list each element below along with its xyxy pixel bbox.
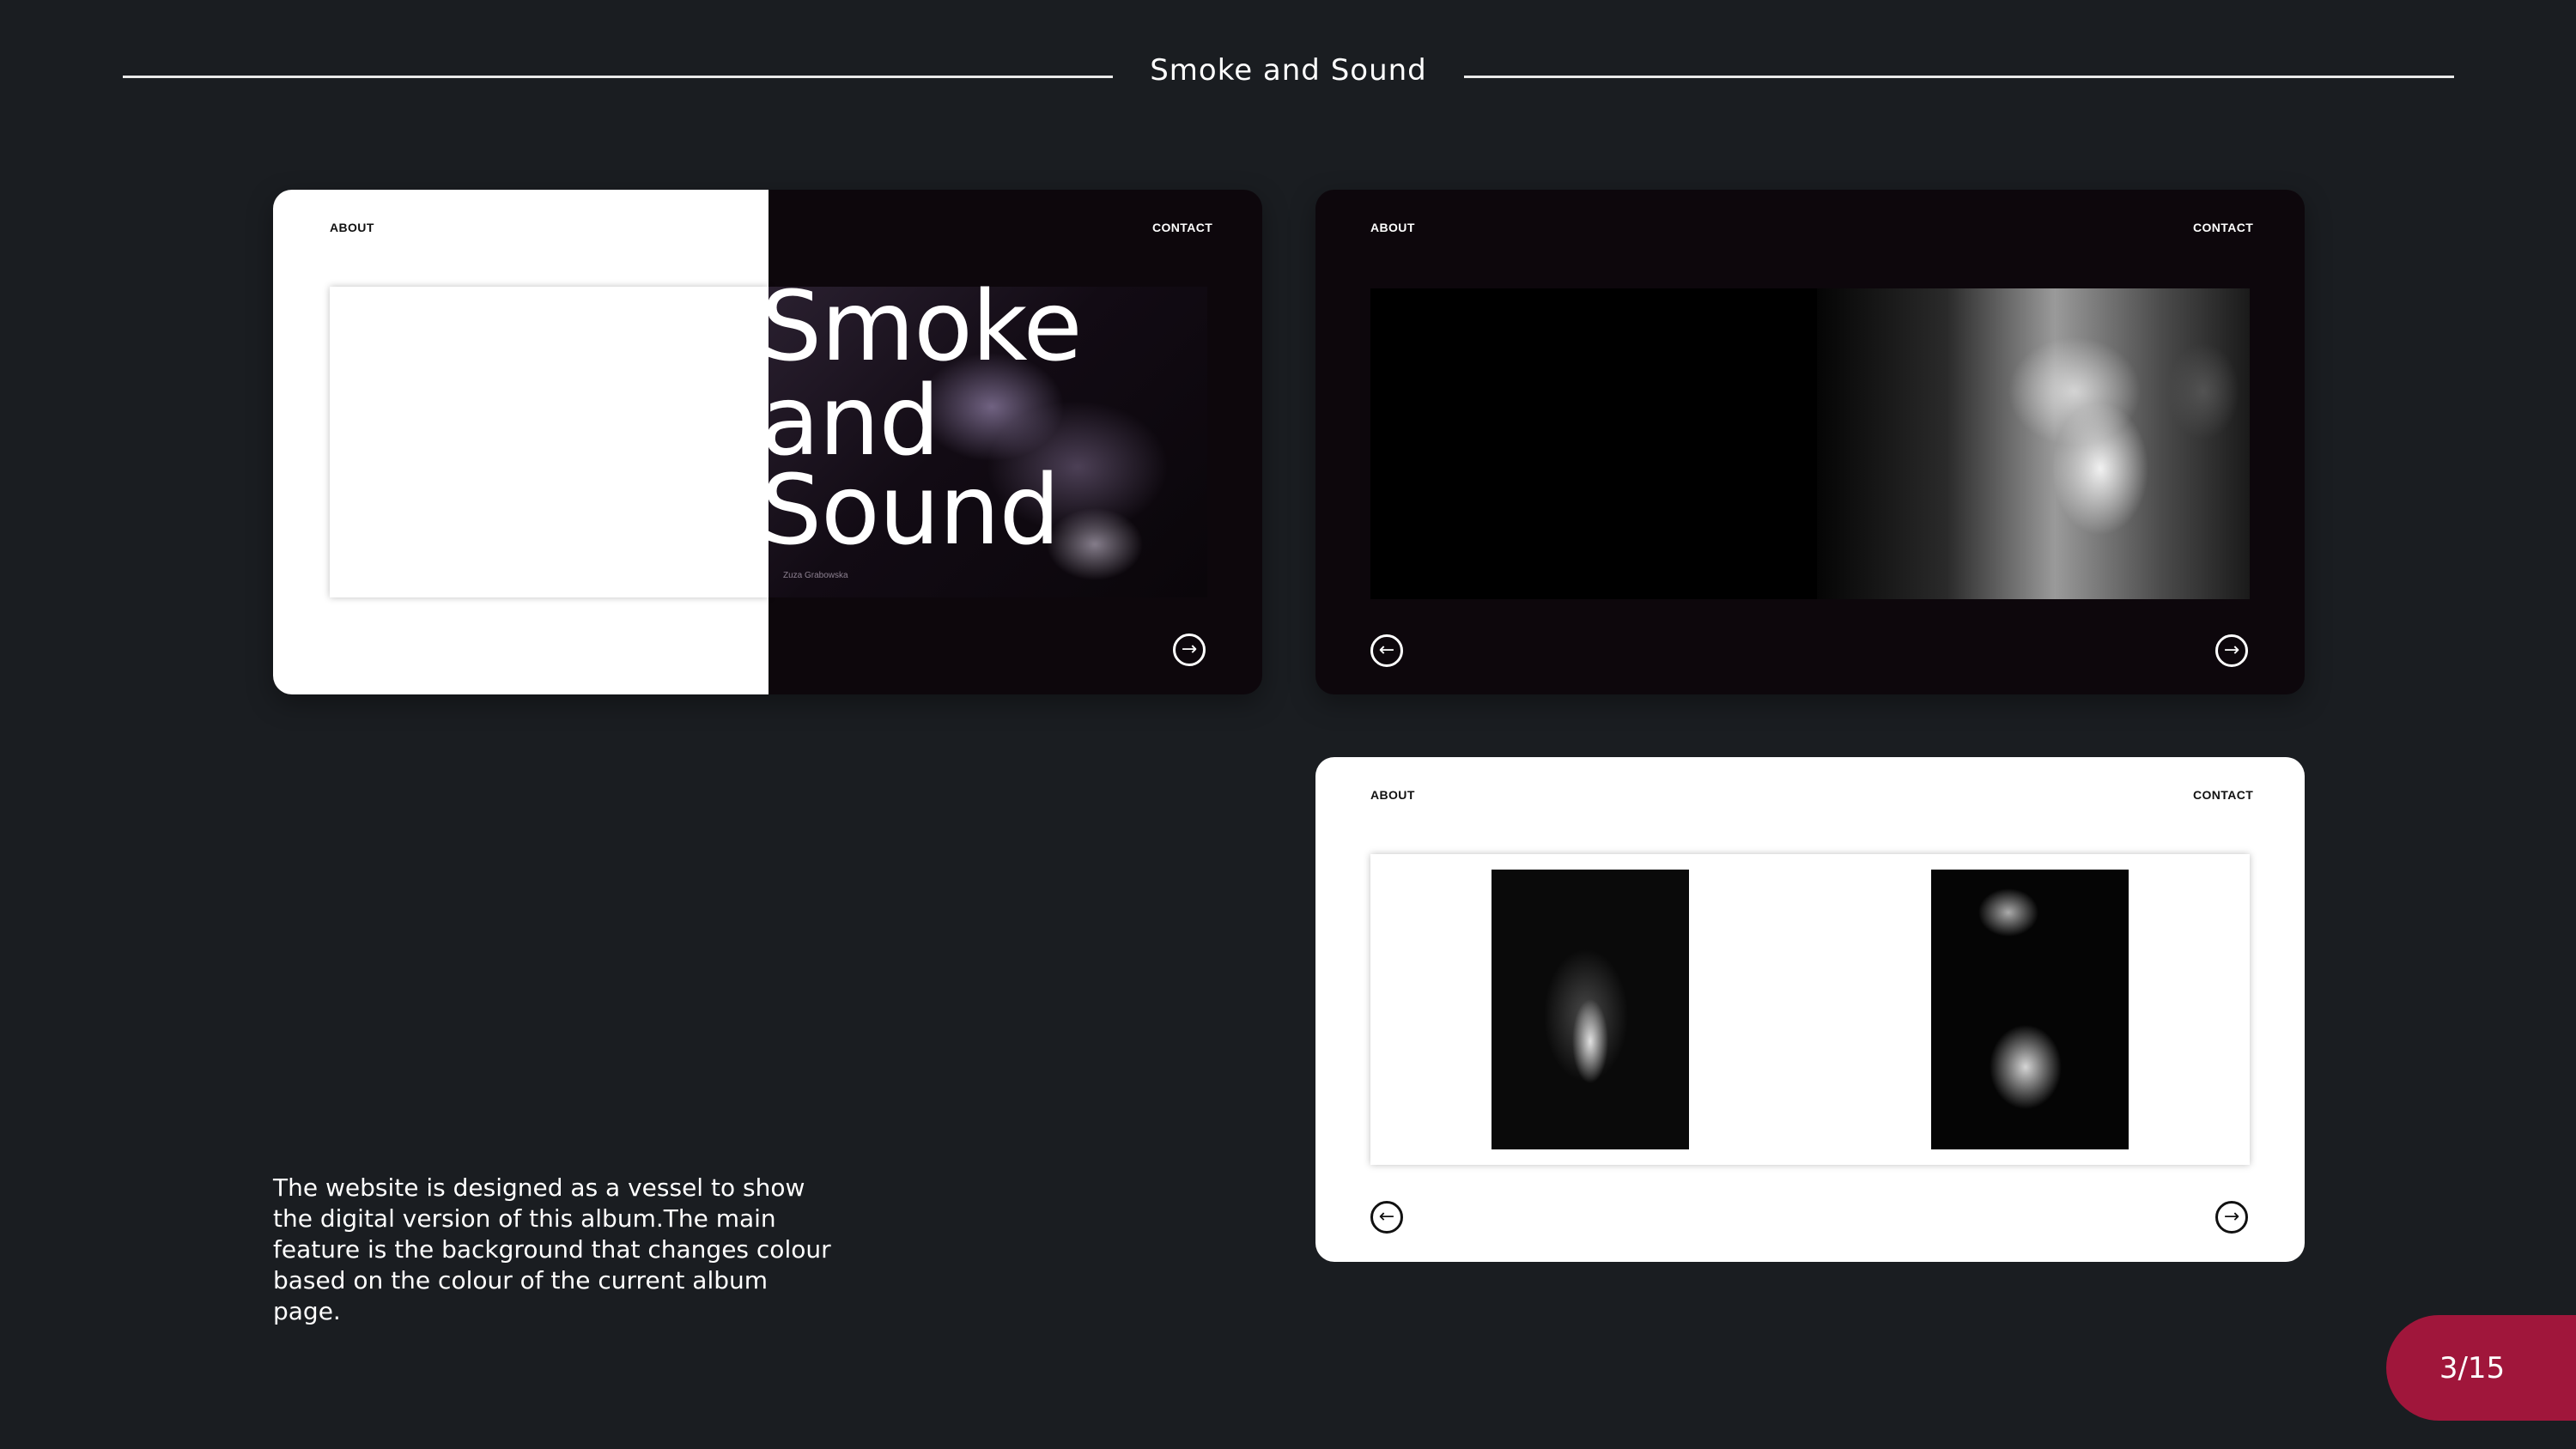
arrow-left-icon: ← <box>1378 1206 1395 1228</box>
header-rule-right <box>1464 76 2454 78</box>
prev-arrow-button[interactable]: ← <box>1370 1201 1403 1234</box>
next-arrow-button[interactable]: → <box>2215 1201 2248 1234</box>
nav-about-link[interactable]: ABOUT <box>1370 788 1415 802</box>
hero-title-line-3: Sound <box>761 455 1060 567</box>
album-page-left <box>1370 288 1817 599</box>
nav-contact-link[interactable]: CONTACT <box>1152 221 1212 234</box>
nav-about-link[interactable]: ABOUT <box>330 221 374 234</box>
arrow-right-icon: → <box>2223 640 2240 661</box>
project-description: The website is designed as a vessel to s… <box>273 1173 831 1325</box>
website-mockup-dark-spread: ABOUT CONTACT ← → <box>1315 190 2305 694</box>
website-mockup-light-spread: ABOUT CONTACT ← → <box>1315 757 2305 1262</box>
arrow-right-icon: → <box>2223 1206 2240 1228</box>
photo-credit: Zuza Grabowska <box>783 571 848 580</box>
next-arrow-button[interactable]: → <box>2215 634 2248 667</box>
album-spread <box>1370 288 2250 599</box>
prev-arrow-button[interactable]: ← <box>1370 634 1403 667</box>
arrow-right-icon: → <box>1181 639 1198 660</box>
header-rule-left <box>123 76 1113 78</box>
album-spread <box>1370 854 2250 1165</box>
album-photo-left <box>1492 870 1689 1149</box>
nav-about-link[interactable]: ABOUT <box>1370 221 1415 234</box>
page-counter-badge: 3/15 <box>2386 1315 2576 1421</box>
hero-title-line-1: Smoke <box>761 271 1082 383</box>
album-cover-placeholder <box>330 287 769 597</box>
next-arrow-button[interactable]: → <box>1173 634 1206 666</box>
page-title: Smoke and Sound <box>1150 53 1427 88</box>
nav-contact-link[interactable]: CONTACT <box>2193 788 2253 802</box>
page-counter-label: 3/15 <box>2439 1350 2506 1385</box>
website-mockup-landing: ABOUT CONTACT Smoke and Sound Zuza Grabo… <box>273 190 1262 694</box>
album-photo-right <box>1931 870 2129 1149</box>
arrow-left-icon: ← <box>1378 640 1395 661</box>
album-page-right-photo <box>1817 288 2250 599</box>
nav-contact-link[interactable]: CONTACT <box>2193 221 2253 234</box>
